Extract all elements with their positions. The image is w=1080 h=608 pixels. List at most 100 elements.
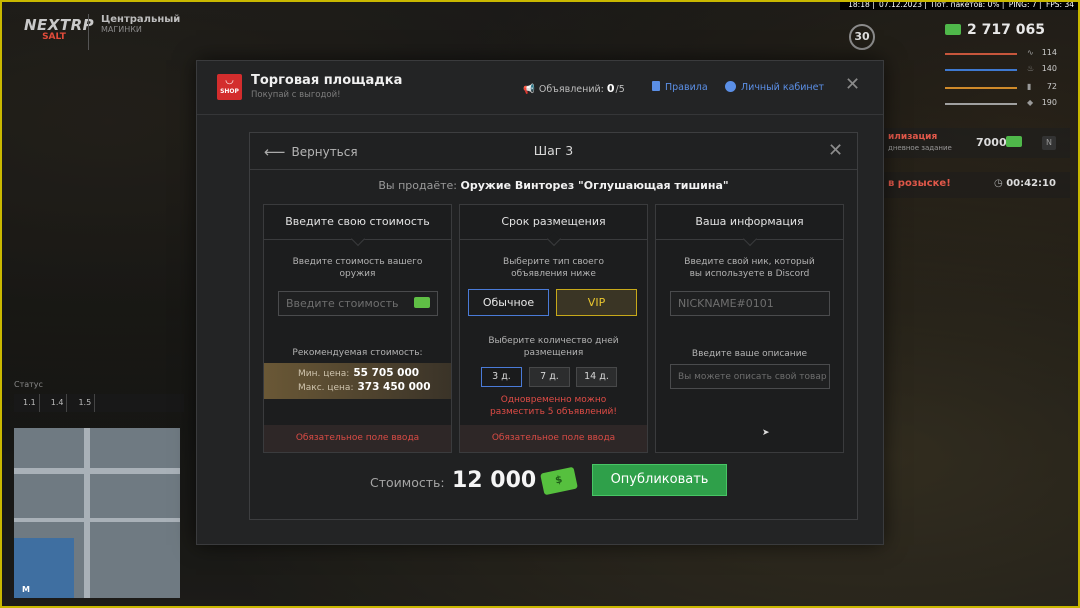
money-icon <box>414 297 430 308</box>
server-logo: NEXTRP SALT <box>24 16 94 42</box>
speed-option[interactable]: 1.5 <box>75 394 96 412</box>
stat-bar <box>945 53 1017 55</box>
days-hint: Выберите количество дней размещения <box>488 336 619 358</box>
speed-option[interactable]: 1.1 <box>20 394 40 412</box>
info-column: Ваша информация Введите свой ник, которы… <box>655 204 844 453</box>
wanted-label: в розыске! <box>888 178 951 189</box>
status-ping: PING: 7 <box>1008 0 1037 9</box>
selling-item-name: Оружие Винторез "Оглушающая тишина" <box>460 179 729 192</box>
status-date: 07.12.2023 <box>879 0 922 9</box>
status-fps: FPS: 34 <box>1045 0 1074 9</box>
shield-icon: ◆ <box>1027 98 1034 107</box>
location-label: Центральный МАГИНКИ <box>88 14 181 50</box>
map-road <box>84 428 90 598</box>
location-title: Центральный <box>101 14 181 25</box>
stat-health: ∿ 114 <box>945 48 1057 60</box>
shop-bag-icon: ◡ <box>225 75 234 86</box>
term-column: Срок размещения Выберите тип своего объя… <box>459 204 648 453</box>
max-price-value: 373 450 000 <box>357 381 431 393</box>
drumstick-icon: ♨ <box>1027 64 1035 73</box>
wanted-timer: 00:42:10 <box>994 178 1056 189</box>
map-compass-icon: M <box>22 585 30 594</box>
description-input[interactable] <box>670 364 830 389</box>
type-normal-button[interactable]: Обычное <box>468 289 549 316</box>
speed-option[interactable]: 1.4 <box>48 394 68 412</box>
task-sub: дневное задание <box>888 144 952 152</box>
price-column: Введите свою стоимость Введите стоимость… <box>263 204 452 453</box>
daily-task: илизация дневное задание 7000 N <box>884 128 1070 158</box>
task-key: N <box>1042 136 1056 150</box>
info-column-header: Ваша информация <box>656 205 843 240</box>
level-badge: 30 <box>849 24 875 50</box>
document-icon <box>652 81 660 91</box>
fuel-icon: ▮ <box>1027 82 1032 91</box>
cabinet-link[interactable]: Личный кабинет <box>725 81 824 93</box>
map-road <box>14 468 180 474</box>
ads-counter: 📢 Объявлений: 0/5 <box>523 82 625 95</box>
money-icon <box>945 24 961 35</box>
status-time: 18:18 <box>848 0 870 9</box>
min-price-value: 55 705 000 <box>353 367 420 379</box>
max-price-label: Макс. цена: <box>298 383 354 393</box>
dialog-close-icon[interactable]: ✕ <box>828 140 843 161</box>
days-14-button[interactable]: 14 д. <box>576 367 617 387</box>
cost-label: Стоимость: <box>370 475 445 490</box>
desc-hint: Введите ваше описание <box>691 349 808 359</box>
arrow-left-icon: ⟵ <box>264 143 286 161</box>
megaphone-icon: 📢 <box>523 84 535 95</box>
stat-bar <box>945 87 1017 89</box>
stat-fuel: ▮ 72 <box>945 82 1057 94</box>
window-close-icon[interactable]: ✕ <box>845 76 860 94</box>
shop-logo-text: SHOP <box>220 88 239 95</box>
days-7-button[interactable]: 7 д. <box>529 367 570 387</box>
stat-value: 140 <box>1041 64 1057 73</box>
rules-link[interactable]: Правила <box>652 81 708 93</box>
ads-count: 0 <box>606 82 615 95</box>
min-price-row: Мин. цена: 55 705 000 <box>298 367 419 379</box>
task-title: илизация <box>888 132 938 142</box>
stat-food: ♨ 140 <box>945 64 1057 76</box>
back-button[interactable]: ⟵ Вернуться <box>264 143 358 161</box>
recommended-label: Рекомендуемая стоимость: <box>292 348 423 358</box>
status-packets: Пот. пакетов: 0% <box>931 0 1000 9</box>
publish-button[interactable]: Опубликовать <box>592 464 727 496</box>
money-display: 2 717 065 <box>945 22 1045 38</box>
ads-limit-warning: Одновременно можно разместить 5 объявлен… <box>490 395 617 417</box>
pulse-icon: ∿ <box>1027 48 1034 57</box>
nick-hint: Введите свой ник, который вы используете… <box>684 257 815 279</box>
term-required-notice: Обязательное поле ввода <box>460 425 647 452</box>
max-price-row: Макс. цена: 373 450 000 <box>298 381 431 393</box>
dialog-header: ⟵ Вернуться Шаг 3 ✕ <box>250 133 857 170</box>
status-bar: 18:18 | 07.12.2023 | Пот. пакетов: 0% | … <box>840 0 1080 10</box>
map-road <box>14 518 180 522</box>
back-label: Вернуться <box>291 145 358 159</box>
minimap: M <box>14 428 180 598</box>
ads-label: Объявлений: <box>538 84 604 95</box>
stat-bar <box>945 103 1017 105</box>
task-reward: 7000 <box>976 136 1007 149</box>
money-icon <box>1006 136 1022 147</box>
recommended-price-box: Мин. цена: 55 705 000 Макс. цена: 373 450 … <box>264 363 451 399</box>
stat-value: 190 <box>1041 98 1057 107</box>
mouse-cursor-icon: ➤ <box>762 428 770 438</box>
speed-selector: 1.1 1.4 1.5 <box>14 394 184 412</box>
side-status-label: Статус <box>14 380 43 389</box>
stat-bar <box>945 69 1017 71</box>
min-price-label: Мин. цена: <box>298 369 350 379</box>
cabinet-label: Личный кабинет <box>741 82 825 93</box>
user-icon <box>725 81 736 92</box>
type-hint: Выберите тип своего объявления ниже <box>503 257 604 279</box>
stat-value: 72 <box>1046 82 1057 91</box>
location-sub: МАГИНКИ <box>101 25 142 34</box>
stat-value: 114 <box>1041 48 1057 57</box>
window-title: Торговая площадка <box>251 73 403 88</box>
price-required-notice: Обязательное поле ввода <box>264 425 451 452</box>
wanted-status: в розыске! 00:42:10 <box>884 172 1070 198</box>
price-hint: Введите стоимость вашего оружия <box>292 257 423 279</box>
nickname-input[interactable] <box>670 291 830 316</box>
type-vip-button[interactable]: VIP <box>556 289 637 316</box>
selling-item-line: Вы продаёте: Оружие Винторез "Оглушающая… <box>250 179 857 192</box>
days-3-button[interactable]: 3 д. <box>481 367 522 387</box>
cost-value: 12 000 <box>452 468 537 493</box>
shop-logo-icon: ◡ SHOP <box>217 74 242 100</box>
